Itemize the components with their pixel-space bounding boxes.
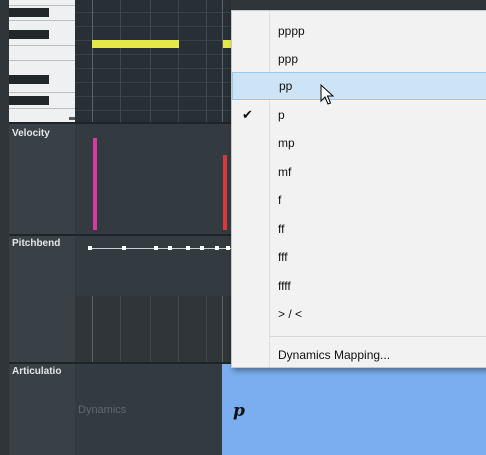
pitchbend-point[interactable] [200,246,204,250]
menu-item-label: mf [278,165,292,179]
menu-item-mp[interactable]: mp [232,129,486,157]
menu-item-ff[interactable]: ff [232,215,486,243]
dynamics-context-menu: pppp ppp pp ✔ p mp mf f ff fff ffff > / … [231,10,486,368]
menu-item-mf[interactable]: mf [232,158,486,186]
menu-item-label: > / < [278,307,303,321]
menu-item-label: f [278,193,282,207]
menu-item-label: pp [279,79,293,93]
velocity-lane-label: Velocity [12,128,50,139]
black-key[interactable] [9,96,49,105]
menu-item-pp[interactable]: pp [232,72,486,100]
pitchbend-lane-label: Pitchbend [12,238,61,249]
menu-separator [270,336,486,337]
check-icon: ✔ [242,107,253,122]
menu-item-label: ff [278,222,285,236]
pitchbend-curve [88,248,231,249]
menu-item-ffff[interactable]: ffff [232,272,486,300]
menu-item-label: p [278,108,285,122]
pitchbend-point[interactable] [186,246,190,250]
menu-item-label: mp [278,136,295,150]
black-key[interactable] [9,75,49,84]
menu-item-label: Dynamics Mapping... [278,348,391,362]
dynamics-event[interactable] [222,364,486,455]
pitchbend-point[interactable] [122,246,126,250]
piano-keyboard[interactable] [9,0,75,122]
menu-item-label: pppp [278,24,305,38]
mouse-pointer-icon [320,84,335,105]
pitchbend-point[interactable] [168,246,172,250]
menu-item-f[interactable]: f [232,186,486,214]
note-grid[interactable] [75,0,231,122]
velocity-lane[interactable] [75,124,231,234]
velocity-bar[interactable] [223,155,227,230]
dynamics-event-value: p [233,401,245,421]
menu-item-pppp[interactable]: pppp [232,17,486,45]
dynamics-lane-label: Dynamics [78,404,127,416]
pitchbend-point[interactable] [215,246,219,250]
midi-note[interactable] [223,40,231,48]
articulation-lane-label: Articulatio [12,366,62,377]
black-key[interactable] [9,8,49,17]
menu-item-label: fff [278,250,288,264]
menu-item-label: ppp [278,52,299,66]
menu-item-p[interactable]: ✔ p [232,101,486,129]
menu-item-crescendo-decrescendo[interactable]: > / < [232,300,486,328]
menu-item-ppp[interactable]: ppp [232,45,486,73]
menu-item-fff[interactable]: fff [232,243,486,271]
black-key[interactable] [9,30,49,39]
pitchbend-lane[interactable] [75,236,231,296]
velocity-bar[interactable] [93,138,97,230]
pitchbend-point[interactable] [88,246,92,250]
pitchbend-point[interactable] [226,246,230,250]
midi-note[interactable] [92,40,179,48]
menu-item-dynamics-mapping[interactable]: Dynamics Mapping... [232,341,486,369]
menu-item-label: ffff [278,279,291,293]
pitchbend-point[interactable] [154,246,158,250]
